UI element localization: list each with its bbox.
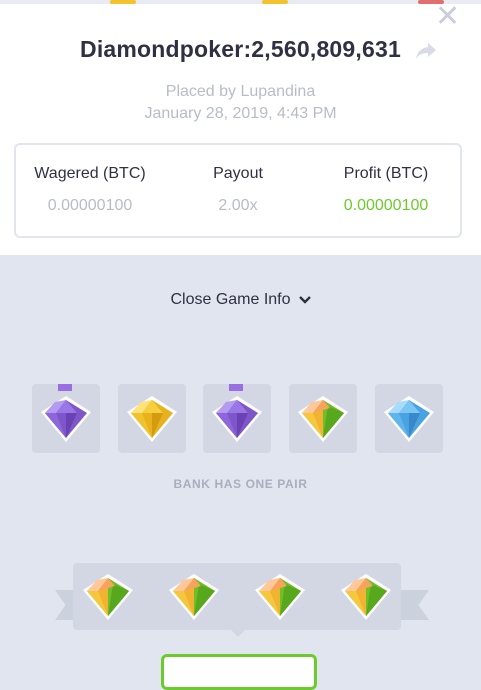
- orange-green-gem-icon: [169, 574, 219, 620]
- purple-gem-icon: [41, 396, 91, 442]
- pair-marker: [58, 384, 72, 391]
- player-gem-tray: [73, 563, 401, 637]
- placed-by: Placed by Lupandina: [165, 83, 316, 100]
- tray-pointer: [231, 630, 245, 637]
- stat-label: Payout: [213, 165, 263, 182]
- orange-green-gem-icon: [341, 574, 391, 620]
- bank-gem-slot: [32, 384, 100, 453]
- purple-gem-icon: [212, 396, 262, 442]
- stat-value: 0.00000100: [47, 197, 133, 214]
- bank-gem-slot: [289, 384, 357, 453]
- close-game-info-toggle[interactable]: Close Game Info: [0, 291, 481, 309]
- orange-green-gem-icon: [298, 396, 348, 442]
- bank-result-label: BANK HAS ONE PAIR: [173, 477, 308, 491]
- ribbon-right: [399, 590, 429, 620]
- orange-green-gem-icon: [255, 574, 305, 620]
- top-strip: [0, 0, 481, 4]
- stat-value: 0.00000100: [343, 197, 429, 214]
- bet-date: January 28, 2019, 4:43 PM: [144, 105, 337, 122]
- share-arrow-icon[interactable]: [414, 40, 438, 62]
- chevron-down-icon: [298, 295, 311, 304]
- pair-marker: [229, 384, 243, 391]
- bank-gem-slot: [118, 384, 186, 453]
- toggle-label: Close Game Info: [170, 291, 291, 308]
- close-icon[interactable]: ✕: [435, 2, 460, 32]
- yellow-gem-icon: [127, 396, 177, 442]
- orange-green-gem-icon: [83, 574, 133, 620]
- stat-label: Profit (BTC): [343, 165, 429, 182]
- bet-title: Diamondpoker:2,560,809,631: [80, 36, 401, 62]
- stat-value: 2.00x: [218, 197, 258, 214]
- title-row: Diamondpoker:2,560,809,631: [0, 36, 481, 63]
- blue-gem-icon: [384, 396, 434, 442]
- bank-gem-slot: [203, 384, 271, 453]
- result-button[interactable]: [161, 654, 317, 690]
- stats-box: Wagered (BTC) 0.00000100 Payout 2.00x Pr…: [14, 143, 462, 238]
- bet-details-card: ✕ Diamondpoker:2,560,809,631 Placed by L…: [0, 0, 481, 255]
- stat-label: Wagered (BTC): [34, 165, 146, 182]
- bank-gem-slot: [375, 384, 443, 453]
